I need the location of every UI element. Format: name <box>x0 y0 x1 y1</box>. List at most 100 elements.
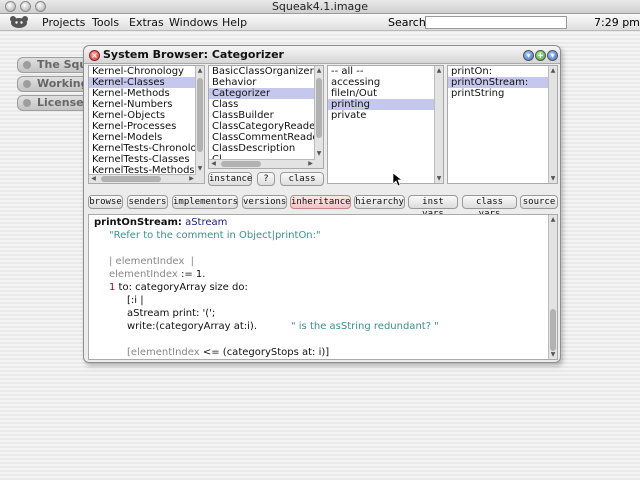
list-item[interactable]: Behavior <box>209 77 323 88</box>
code-signature: printOnStream: aStream <box>94 217 227 228</box>
scroll-thumb[interactable] <box>550 309 556 351</box>
clock: 7:29 pm <box>594 16 640 29</box>
squeak-logo-icon[interactable] <box>8 16 30 29</box>
list-item[interactable]: printOn: <box>448 66 557 77</box>
scroll-up-icon[interactable]: ▲ <box>549 215 557 224</box>
list-item[interactable]: Kernel-Models <box>89 132 204 143</box>
menu-icon[interactable]: ▾ <box>547 50 558 61</box>
class-list[interactable]: BasicClassOrganizer Behavior Categorizer… <box>208 65 324 169</box>
class-hscrollbar[interactable]: ◀ ▶ <box>209 159 315 168</box>
list-item[interactable]: -- all -- <box>328 66 443 77</box>
list-item[interactable]: ClassDescription <box>209 143 323 154</box>
list-item[interactable]: Kernel-Objects <box>89 110 204 121</box>
list-item[interactable]: KernelTests-Classes <box>89 154 204 165</box>
menu-projects[interactable]: Projects <box>42 14 85 31</box>
menu-windows[interactable]: Windows <box>169 14 218 31</box>
code-token: <= (categoryStops at: i)] <box>199 347 330 358</box>
scroll-left-icon[interactable]: ◀ <box>209 160 218 168</box>
scroll-thumb[interactable] <box>197 78 203 152</box>
code-editor[interactable]: printOnStream: aStream "Refer to the com… <box>88 214 558 360</box>
list-item[interactable]: fileIn/Out <box>328 88 443 99</box>
category-scrollbar[interactable]: ▲ ▼ <box>195 66 204 183</box>
code-token: . <box>202 269 206 280</box>
help-button[interactable]: ? <box>257 172 275 186</box>
hscroll-thumb[interactable] <box>101 176 161 182</box>
scroll-down-icon[interactable]: ▼ <box>315 149 323 158</box>
list-item[interactable]: Class <box>209 99 323 110</box>
source-button[interactable]: source <box>520 195 558 209</box>
list-item[interactable]: printOnStream: <box>448 77 557 88</box>
instance-button[interactable]: instance <box>208 172 252 186</box>
list-item[interactable]: accessing <box>328 77 443 88</box>
hscroll-thumb[interactable] <box>221 161 261 167</box>
list-item[interactable]: ClassBuilder <box>209 110 323 121</box>
class-scrollbar[interactable]: ▲ ▼ <box>314 66 323 168</box>
class-vars-button[interactable]: class vars <box>462 195 517 219</box>
list-item[interactable]: KernelTests-Chronolo <box>89 143 204 154</box>
close-icon[interactable]: × <box>89 50 100 61</box>
scroll-up-icon[interactable]: ▲ <box>315 66 323 75</box>
code-write: write:(categoryArray at:i). " is the asSt… <box>127 321 439 332</box>
scroll-down-icon[interactable]: ▼ <box>549 174 557 183</box>
list-item[interactable]: printing <box>328 99 443 110</box>
implementors-button[interactable]: implementors <box>172 195 238 209</box>
expand-icon[interactable]: + <box>535 50 546 61</box>
browser-title-bar[interactable]: × System Browser: Categorizer ▾ + ▾ <box>84 46 560 64</box>
class-button[interactable]: class <box>280 172 324 186</box>
squeak-menu-bar: Projects Tools Extras Windows Help Searc… <box>0 14 640 31</box>
code-token: to: categoryArray size do: <box>115 282 248 293</box>
mac-window-title: Squeak4.1.image <box>271 0 369 13</box>
browse-button[interactable]: browse <box>88 195 123 209</box>
code-token: write:(categoryArray at:i). <box>127 321 257 332</box>
system-browser-window: × System Browser: Categorizer ▾ + ▾ Kern… <box>83 45 561 363</box>
method-list[interactable]: printOn: printOnStream: printString ▲ ▼ <box>447 65 558 184</box>
list-item[interactable]: Categorizer <box>209 88 323 99</box>
list-item[interactable]: Kernel-Classes <box>89 77 204 88</box>
scroll-up-icon[interactable]: ▲ <box>435 66 443 75</box>
flap-dot-icon <box>23 61 31 69</box>
list-item[interactable]: Kernel-Methods <box>89 88 204 99</box>
search-input[interactable] <box>425 16 567 29</box>
code-last: [elementIndex <= (categoryStops at: i)] <box>127 347 329 358</box>
scroll-thumb[interactable] <box>316 78 322 138</box>
collapse-icon[interactable]: ▾ <box>523 50 534 61</box>
method-selector: printOnStream: <box>94 217 182 228</box>
code-scrollbar[interactable]: ▲ ▼ <box>548 215 557 359</box>
scroll-right-icon[interactable]: ▶ <box>187 175 196 183</box>
inheritance-button[interactable]: inheritance <box>290 195 351 209</box>
scroll-up-icon[interactable]: ▲ <box>549 66 557 75</box>
menu-tools[interactable]: Tools <box>92 14 119 31</box>
list-item[interactable]: Kernel-Numbers <box>89 99 204 110</box>
code-token: := <box>177 269 196 280</box>
scroll-right-icon[interactable]: ▶ <box>306 160 315 168</box>
code-token: [elementIndex <box>127 347 200 358</box>
method-scrollbar[interactable]: ▲ ▼ <box>548 66 557 183</box>
protocol-scrollbar[interactable]: ▲ ▼ <box>434 66 443 183</box>
list-item[interactable]: Kernel-Processes <box>89 121 204 132</box>
category-list[interactable]: Kernel-Chronology Kernel-Classes Kernel-… <box>88 65 205 184</box>
scroll-down-icon[interactable]: ▼ <box>549 350 557 359</box>
scroll-down-icon[interactable]: ▼ <box>435 174 443 183</box>
senders-button[interactable]: senders <box>127 195 168 209</box>
protocol-list[interactable]: -- all -- accessing fileIn/Out printing … <box>327 65 444 184</box>
flap-dot-icon <box>23 99 31 107</box>
scroll-left-icon[interactable]: ◀ <box>89 175 98 183</box>
menu-extras[interactable]: Extras <box>129 14 164 31</box>
list-item[interactable]: ClassCommentReade <box>209 132 323 143</box>
list-item[interactable]: Kernel-Chronology <box>89 66 204 77</box>
list-item[interactable]: printString <box>448 88 557 99</box>
scroll-down-icon[interactable]: ▼ <box>196 164 204 173</box>
flap-label: The Squ <box>37 58 88 71</box>
list-item[interactable]: BasicClassOrganizer <box>209 66 323 77</box>
method-argument: aStream <box>181 217 228 228</box>
menu-help[interactable]: Help <box>222 14 247 31</box>
scroll-up-icon[interactable]: ▲ <box>196 66 204 75</box>
mouse-pointer-icon <box>393 173 403 187</box>
category-hscrollbar[interactable]: ◀ ▶ <box>89 174 196 183</box>
code-token: elementIndex <box>109 269 178 280</box>
list-item[interactable]: ClassCategoryReade <box>209 121 323 132</box>
hierarchy-button[interactable]: hierarchy <box>354 195 405 209</box>
inst-vars-button[interactable]: inst vars <box>408 195 458 219</box>
versions-button[interactable]: versions <box>242 195 287 209</box>
list-item[interactable]: private <box>328 110 443 121</box>
